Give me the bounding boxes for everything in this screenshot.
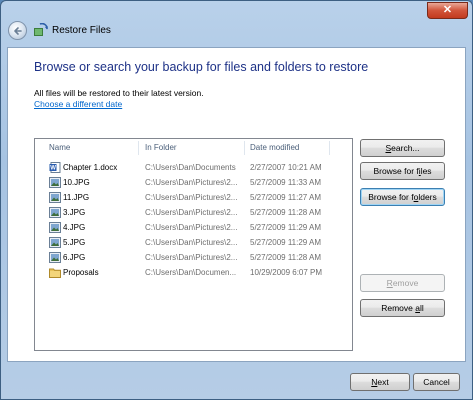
column-header-date-modified[interactable]: Date modified <box>250 139 299 157</box>
restore-files-icon <box>34 23 48 36</box>
table-row[interactable]: 11.JPG C:\Users\Dan\Pictures\2... 5/27/2… <box>35 190 352 205</box>
image-file-icon <box>49 177 61 188</box>
file-name: 10.JPG <box>63 178 90 187</box>
image-file-icon <box>49 207 61 218</box>
file-name: 11.JPG <box>63 193 90 202</box>
close-icon: ✕ <box>442 4 453 16</box>
button-label: lders <box>418 192 437 202</box>
file-date: 5/27/2009 11:27 AM <box>250 193 322 202</box>
file-folder: C:\Users\Dan\Pictures\2... <box>145 208 238 217</box>
file-date: 2/27/2007 10:21 AM <box>250 163 322 172</box>
column-divider <box>244 141 245 155</box>
cancel-button[interactable]: Cancel <box>413 373 460 391</box>
image-file-icon <box>49 252 61 263</box>
browse-for-folders-button[interactable]: Browse for folders <box>360 188 445 206</box>
svg-text:W: W <box>50 166 56 172</box>
button-label: les <box>420 166 432 176</box>
page-heading: Browse or search your backup for files a… <box>34 60 369 74</box>
button-label: Browse for f <box>368 192 414 202</box>
file-date: 5/27/2009 11:33 AM <box>250 178 322 187</box>
column-header-name[interactable]: Name <box>49 139 70 157</box>
file-name: Proposals <box>63 268 99 277</box>
button-label: ll <box>419 303 424 313</box>
file-folder: C:\Users\Dan\Pictures\2... <box>145 193 238 202</box>
next-button[interactable]: Next <box>350 373 410 391</box>
table-row[interactable]: W Chapter 1.docx C:\Users\Dan\Documents … <box>35 160 352 175</box>
folder-icon <box>49 268 61 278</box>
button-label: Cancel <box>423 377 450 387</box>
column-divider <box>329 141 330 155</box>
content-panel: Browse or search your backup for files a… <box>7 47 466 362</box>
remove-button[interactable]: Remove <box>360 274 445 292</box>
table-row[interactable]: 10.JPG C:\Users\Dan\Pictures\2... 5/27/2… <box>35 175 352 190</box>
file-folder: C:\Users\Dan\Pictures\2... <box>145 253 238 262</box>
restore-info-text: All files will be restored to their late… <box>34 88 204 98</box>
title-bar: Restore Files ✕ <box>1 1 472 47</box>
back-button[interactable] <box>8 21 27 40</box>
file-date: 5/27/2009 11:29 AM <box>250 238 322 247</box>
file-folder: C:\Users\Dan\Pictures\2... <box>145 223 238 232</box>
search-button[interactable]: Search... <box>360 139 445 157</box>
table-row[interactable]: 3.JPG C:\Users\Dan\Pictures\2... 5/27/20… <box>35 205 352 220</box>
image-file-icon <box>49 237 61 248</box>
button-label: emove <box>392 278 419 288</box>
table-row[interactable]: 4.JPG C:\Users\Dan\Pictures\2... 5/27/20… <box>35 220 352 235</box>
table-row[interactable]: 5.JPG C:\Users\Dan\Pictures\2... 5/27/20… <box>35 235 352 250</box>
file-name: 4.JPG <box>63 223 86 232</box>
table-row[interactable]: Proposals C:\Users\Dan\Documen... 10/29/… <box>35 265 352 280</box>
file-date: 5/27/2009 11:28 AM <box>250 253 322 262</box>
file-date: 5/27/2009 11:29 AM <box>250 223 322 232</box>
table-row[interactable]: 6.JPG C:\Users\Dan\Pictures\2... 5/27/20… <box>35 250 352 265</box>
file-folder: C:\Users\Dan\Pictures\2... <box>145 238 238 247</box>
image-file-icon <box>49 222 61 233</box>
file-list[interactable]: Name In Folder Date modified W Chapter 1… <box>34 138 353 351</box>
button-label: ext <box>377 377 389 387</box>
file-name: 5.JPG <box>63 238 86 247</box>
remove-all-button[interactable]: Remove all <box>360 299 445 317</box>
button-label: earch... <box>391 143 420 153</box>
column-header-in-folder[interactable]: In Folder <box>145 139 177 157</box>
dialog-window: Restore Files ✕ Browse or search your ba… <box>0 0 473 400</box>
file-name: 3.JPG <box>63 208 86 217</box>
image-file-icon <box>49 192 61 203</box>
choose-different-date-link[interactable]: Choose a different date <box>34 99 122 109</box>
file-name: 6.JPG <box>63 253 86 262</box>
file-date: 10/29/2009 6:07 PM <box>250 268 323 277</box>
file-name: Chapter 1.docx <box>63 163 118 172</box>
window-title: Restore Files <box>52 25 111 36</box>
word-document-icon: W <box>49 162 61 173</box>
browse-for-files-button[interactable]: Browse for files <box>360 162 445 180</box>
file-folder: C:\Users\Dan\Pictures\2... <box>145 178 238 187</box>
dialog-footer: Next Cancel <box>7 362 466 400</box>
list-header: Name In Folder Date modified <box>35 139 352 157</box>
file-folder: C:\Users\Dan\Documen... <box>145 268 237 277</box>
close-button[interactable]: ✕ <box>427 2 468 19</box>
button-label: Remove <box>381 303 416 313</box>
column-divider <box>138 141 139 155</box>
button-label: Browse for f <box>373 166 419 176</box>
back-arrow-icon <box>14 27 22 35</box>
file-folder: C:\Users\Dan\Documents <box>145 163 236 172</box>
file-date: 5/27/2009 11:28 AM <box>250 208 322 217</box>
